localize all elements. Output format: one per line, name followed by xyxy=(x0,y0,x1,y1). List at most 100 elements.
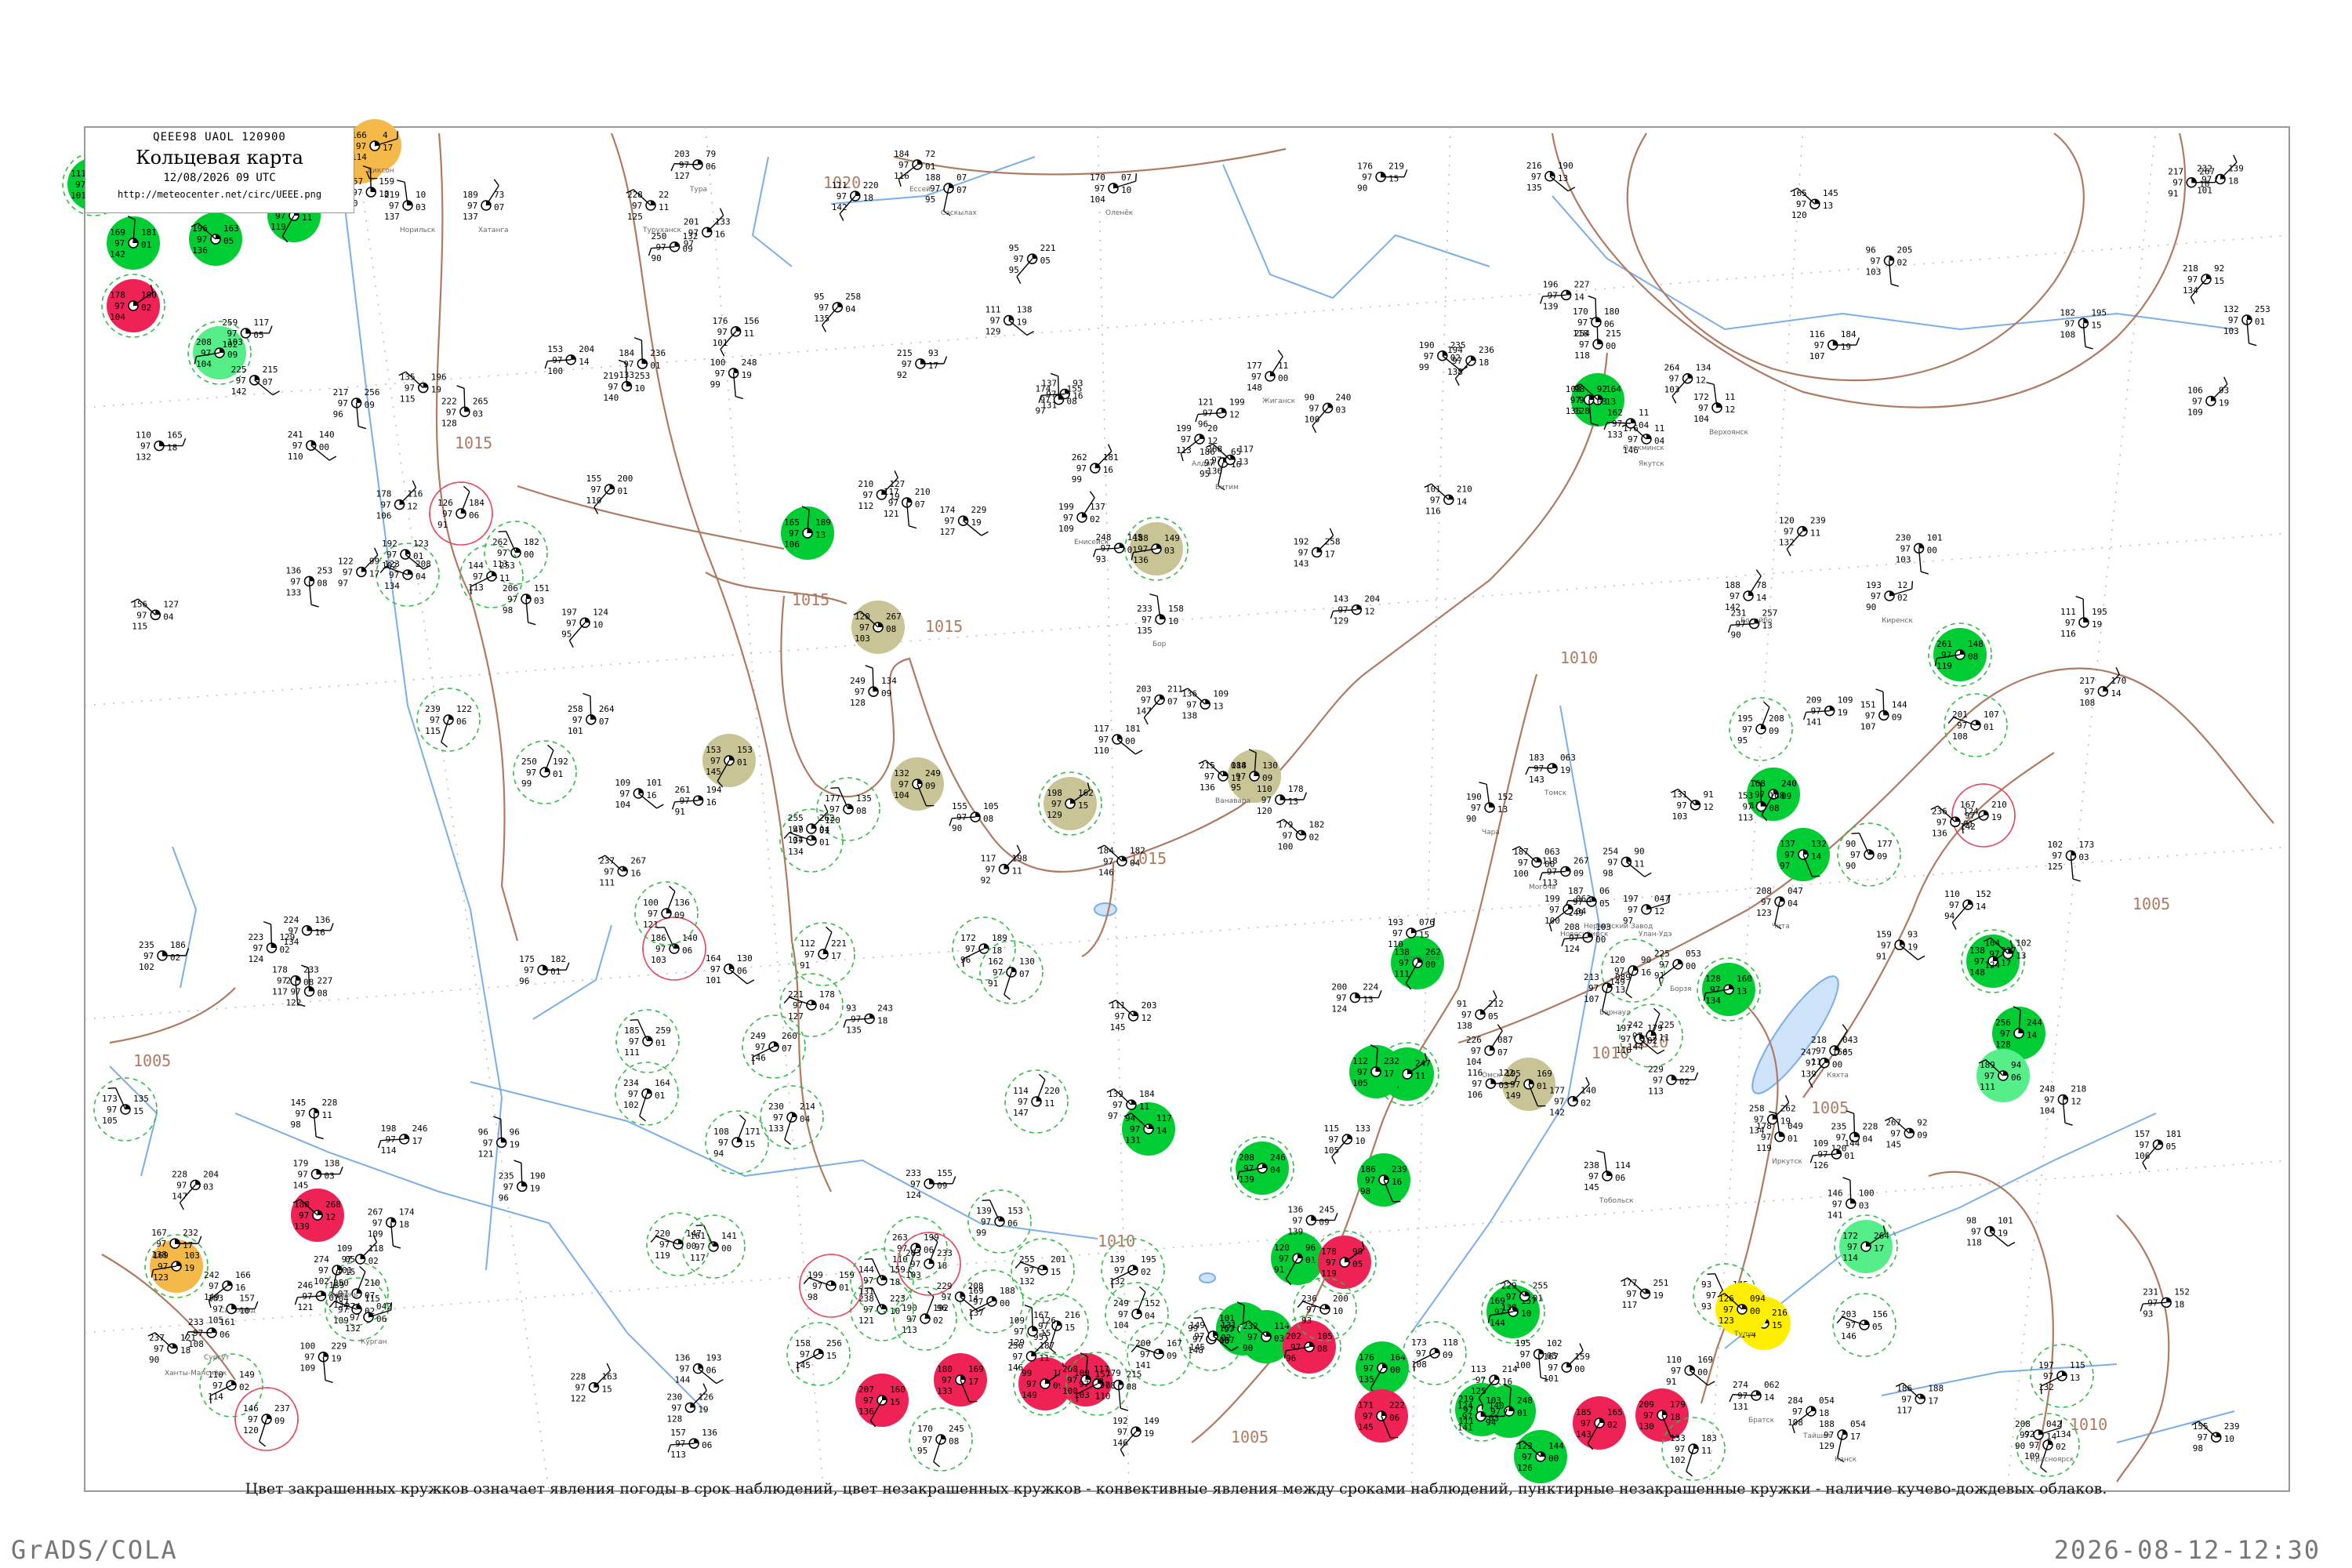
wind-barb-feather xyxy=(864,1258,873,1261)
pressure-tendency: 16 xyxy=(1103,465,1113,475)
visibility-code: 97 xyxy=(1534,764,1544,774)
visibility-code: 97 xyxy=(888,498,898,508)
station-plot[interactable]: 189 94 97 06 111 xyxy=(1976,1049,2030,1102)
pressure-tendency: 05 xyxy=(253,330,263,340)
visibility-code: 97 xyxy=(483,1138,493,1148)
pressure-tendency: 05 xyxy=(1352,1259,1363,1269)
air-temperature: 188 xyxy=(294,1200,310,1210)
pressure-tendency: 06 xyxy=(456,717,466,727)
station-plot[interactable]: 207 160 97 15 136 xyxy=(855,1374,909,1428)
pressure-value: 11 xyxy=(1639,408,1649,418)
air-temperature: 102 xyxy=(2047,840,2063,850)
pressure-tendency: 19 xyxy=(1998,1229,2008,1239)
pressure-value: 151 xyxy=(534,583,550,593)
station-plot[interactable]: 196 163 97 05 136 xyxy=(189,212,242,266)
station-name: Улан-Удэ xyxy=(1639,931,1672,938)
pressure-value: 157 xyxy=(239,1293,255,1303)
pressure-value: 103 xyxy=(184,1250,200,1261)
air-temperature: 186 xyxy=(1896,1383,1912,1393)
air-temperature: 111 xyxy=(71,169,86,179)
air-temperature: 263 xyxy=(906,1248,921,1258)
pressure-tendency: 06 xyxy=(924,1245,934,1255)
pressure-value: 189 xyxy=(815,517,831,528)
pressure-tendency: 12 xyxy=(1696,376,1706,386)
visibility-code: 97 xyxy=(1261,795,1272,805)
visibility-code: 97 xyxy=(2139,1140,2149,1150)
pressure-value: 160 xyxy=(890,1385,906,1395)
visibility-code: 97 xyxy=(1416,1348,1426,1359)
air-temperature: 174 xyxy=(1035,384,1051,394)
dewpoint-value: 136 xyxy=(858,1406,874,1417)
pressure-tendency: 03 xyxy=(1489,1413,1499,1423)
legend-caption: Цвет закрашенных кружков означает явлени… xyxy=(245,1480,2107,1497)
pressure-tendency: 00 xyxy=(1390,1365,1400,1375)
wind-barb xyxy=(270,924,273,948)
visibility-code: 97 xyxy=(1643,1410,1653,1421)
pressure-tendency: 17 xyxy=(1850,1432,1860,1442)
station-plot[interactable]: 103 24897 0194 xyxy=(1483,1384,1536,1438)
station-plot[interactable]: 123 144 97 00 126 xyxy=(1514,1430,1567,1483)
station-plot[interactable]: 132 249 97 09 104 xyxy=(891,757,944,811)
visibility-code: 97 xyxy=(1100,1380,1110,1390)
station-plot[interactable]: 112 232 97 17 105 xyxy=(1349,1044,1403,1098)
air-temperature: 224 xyxy=(284,915,299,925)
air-temperature: 117 xyxy=(1094,724,1109,734)
source-url[interactable]: http://meteocenter.net/circ/UEEE.png xyxy=(85,189,354,200)
pressure-value: 181 xyxy=(1103,452,1119,463)
pressure-value: 123 xyxy=(413,539,429,549)
pressure-tendency: 18 xyxy=(937,1261,947,1271)
dewpoint-value: 104 xyxy=(1693,414,1709,424)
station-plot[interactable]: 120 267 97 08 103 xyxy=(851,601,905,654)
pressure-value: 11 xyxy=(1278,361,1288,371)
station-plot[interactable]: 120 9697 0191 xyxy=(1271,1232,1324,1286)
station-plot[interactable]: 137 132 97 14 97 xyxy=(1777,828,1830,881)
air-temperature: 115 xyxy=(1323,1123,1339,1134)
station-plot[interactable]: 171 222 97 06 145 xyxy=(1355,1389,1408,1443)
visibility-code: 97 xyxy=(1392,928,1403,938)
visibility-code: 97 xyxy=(342,1254,352,1265)
pressure-value: 203 xyxy=(1142,1000,1157,1011)
visibility-code: 97 xyxy=(1040,395,1050,405)
visibility-code: 97 xyxy=(156,1239,166,1249)
visibility-code: 97 xyxy=(1363,1411,1373,1421)
dewpoint-value: 149 xyxy=(1505,1091,1521,1101)
visibility-code: 97 xyxy=(1755,789,1765,800)
pressure-value: 152 xyxy=(1497,792,1513,802)
pressure-value: 140 xyxy=(682,933,698,943)
pressure-value: 229 xyxy=(1679,1064,1695,1074)
station-plot[interactable]: 188 268 97 12 139 xyxy=(291,1189,344,1242)
station-plot[interactable]: 153 15397 01145 xyxy=(702,734,756,788)
dewpoint-value: 126 xyxy=(1813,1160,1828,1171)
air-temperature: 274 xyxy=(314,1254,329,1265)
air-temperature: 114 xyxy=(1013,1086,1029,1096)
pressure-value: 144 xyxy=(1548,1441,1564,1451)
station-plot[interactable]: 165 189 97 13 106 xyxy=(781,506,834,560)
station-plot[interactable]: 176 16497 00135 xyxy=(1356,1341,1409,1396)
station-plot[interactable]: 185 165 97 02 143 xyxy=(1573,1396,1626,1450)
visibility-code: 97 xyxy=(1461,1010,1472,1020)
air-temperature: 156 xyxy=(132,599,147,609)
pressure-tendency: 02 xyxy=(1221,1333,1231,1343)
pressure-tendency: 09 xyxy=(365,400,375,410)
visibility-code: 97 xyxy=(1118,1309,1128,1319)
air-temperature: 113 xyxy=(1471,1364,1486,1374)
air-temperature: 203 xyxy=(1841,1309,1857,1319)
visibility-code: 97 xyxy=(343,567,353,577)
pressure-value: 94 xyxy=(2011,1060,2022,1070)
dewpoint-value: 91 xyxy=(675,807,685,817)
station-plot[interactable]: 195 16997 01149 xyxy=(1502,1058,1555,1111)
station-plot[interactable]: 186 239 97 16 98 xyxy=(1357,1153,1410,1207)
station-plot[interactable]: 180 169 97 17 133 xyxy=(934,1353,987,1406)
dewpoint-value: 132 xyxy=(1779,538,1795,548)
pressure-tendency: 07 xyxy=(1167,696,1178,706)
pressure-tendency: 07 xyxy=(599,717,609,727)
dewpoint-value: 142 xyxy=(110,249,125,260)
dewpoint-value: 114 xyxy=(1842,1253,1858,1263)
pressure-tendency: 11 xyxy=(1039,1353,1049,1363)
air-temperature: 192 xyxy=(382,539,397,549)
pressure-tendency: 18 xyxy=(399,1219,409,1229)
pressure-value: 240 xyxy=(1781,779,1797,789)
pressure-value: 208 xyxy=(1769,713,1784,724)
station-plot[interactable]: 169 181 97 01 142 xyxy=(107,216,160,270)
visibility-code: 97 xyxy=(1816,1046,1826,1056)
